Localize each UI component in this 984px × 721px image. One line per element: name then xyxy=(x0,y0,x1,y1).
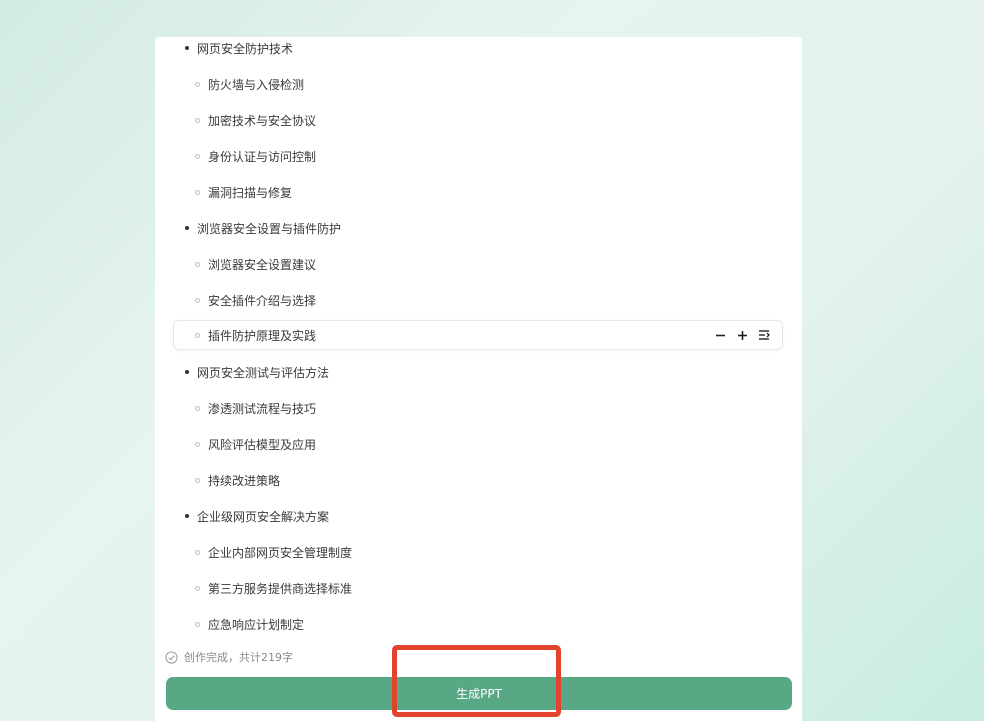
outline-item-hovered[interactable]: 插件防护原理及实践 xyxy=(173,320,783,350)
outline-item-label: 身份认证与访问控制 xyxy=(208,149,317,164)
outline-item[interactable]: 浏览器安全设置建议 xyxy=(195,248,316,280)
outline-item-label: 加密技术与安全协议 xyxy=(208,113,317,128)
outline-item[interactable]: 漏洞扫描与修复 xyxy=(195,176,292,208)
outline-item[interactable]: 安全插件介绍与选择 xyxy=(195,284,316,316)
minus-icon[interactable] xyxy=(714,329,726,341)
outline-item-label: 浏览器安全设置建议 xyxy=(208,257,317,272)
outline-item[interactable]: 加密技术与安全协议 xyxy=(195,104,316,136)
outline-item-label: 插件防护原理及实践 xyxy=(208,328,317,343)
plus-icon[interactable] xyxy=(736,329,748,341)
outline-item-label: 安全插件介绍与选择 xyxy=(208,293,317,308)
bullet-circle-icon xyxy=(195,621,200,627)
outline-item-label: 持续改进策略 xyxy=(208,473,281,488)
indent-icon[interactable] xyxy=(758,329,770,341)
outline-item-label: 浏览器安全设置与插件防护 xyxy=(197,221,342,236)
status-line: 创作完成，共计219字 xyxy=(165,649,293,665)
outline-item[interactable]: 应急响应计划制定 xyxy=(195,608,304,640)
bullet-circle-icon xyxy=(195,189,200,195)
outline-item-label: 渗透测试流程与技巧 xyxy=(208,401,317,416)
outline-item-label: 风险评估模型及应用 xyxy=(208,437,317,452)
bullet-circle-icon xyxy=(195,549,200,555)
bullet-circle-icon xyxy=(195,81,200,87)
outline-item-label: 网页安全测试与评估方法 xyxy=(197,365,330,380)
outline-item-label: 防火墙与入侵检测 xyxy=(208,77,305,92)
bullet-dot-icon xyxy=(185,226,189,230)
outline-item-label: 应急响应计划制定 xyxy=(208,617,305,632)
outline-item[interactable]: 企业级网页安全解决方案 xyxy=(185,500,329,532)
status-text: 创作完成，共计219字 xyxy=(184,651,293,664)
bullet-circle-icon xyxy=(195,405,200,411)
outline-item[interactable]: 持续改进策略 xyxy=(195,464,280,496)
annotation-highlight-box xyxy=(392,645,561,717)
bullet-circle-icon xyxy=(195,117,200,123)
outline-item[interactable]: 网页安全防护技术 xyxy=(185,32,293,64)
check-circle-icon xyxy=(165,650,178,664)
bullet-circle-icon xyxy=(195,153,200,159)
outline-item[interactable]: 浏览器安全设置与插件防护 xyxy=(185,212,341,244)
outline-item-label: 企业级网页安全解决方案 xyxy=(197,509,330,524)
row-tools xyxy=(714,321,770,349)
outline-item-label: 漏洞扫描与修复 xyxy=(208,185,293,200)
outline-item-label: 企业内部网页安全管理制度 xyxy=(208,545,353,560)
bullet-dot-icon xyxy=(185,514,189,518)
outline-item[interactable]: 企业内部网页安全管理制度 xyxy=(195,536,352,568)
outline-item[interactable]: 第三方服务提供商选择标准 xyxy=(195,572,352,604)
bullet-circle-icon xyxy=(195,585,200,591)
outline-item[interactable]: 身份认证与访问控制 xyxy=(195,140,316,172)
outline-card: 网页安全防护技术 防火墙与入侵检测 加密技术与安全协议 身份认证与访问控制 漏洞… xyxy=(155,37,802,721)
bullet-dot-icon xyxy=(185,370,189,374)
outline-item[interactable]: 防火墙与入侵检测 xyxy=(195,68,304,100)
bullet-circle-icon xyxy=(195,477,200,483)
outline-item-label: 第三方服务提供商选择标准 xyxy=(208,581,353,596)
bullet-circle-icon xyxy=(195,441,200,447)
outline-item[interactable]: 网页安全测试与评估方法 xyxy=(185,356,329,388)
bullet-circle-icon xyxy=(195,261,200,267)
bullet-circle-icon xyxy=(195,297,200,303)
outline-item-label: 网页安全防护技术 xyxy=(197,41,294,56)
outline-item[interactable]: 风险评估模型及应用 xyxy=(195,428,316,460)
outline-item[interactable]: 渗透测试流程与技巧 xyxy=(195,392,316,424)
bullet-circle-icon xyxy=(195,332,200,338)
bullet-dot-icon xyxy=(185,46,189,50)
